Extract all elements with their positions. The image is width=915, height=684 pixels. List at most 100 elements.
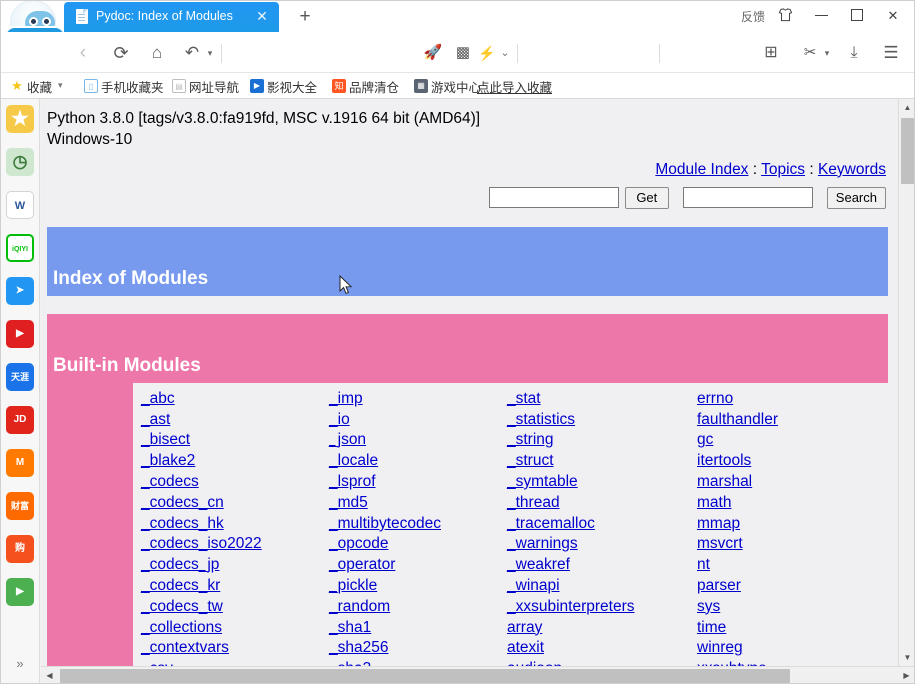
scroll-down-arrow-icon[interactable]: ▼ [899,649,915,666]
bookmark-web-nav[interactable]: ▤ 网址导航 [172,77,239,95]
module-link[interactable]: _struct [507,451,697,472]
sidebar-item-mgtv[interactable]: M [6,449,34,477]
bookmark-favorites[interactable]: ★ 收藏 [10,77,52,95]
module-link[interactable]: gc [697,430,888,451]
module-link[interactable]: _codecs_tw [141,597,329,618]
module-link[interactable]: _xxsubinterpreters [507,597,697,618]
module-link[interactable]: _md5 [329,493,507,514]
module-link[interactable]: _random [329,597,507,618]
vertical-scrollbar[interactable]: ▲ ▼ [898,99,915,666]
bookmark-game-center[interactable]: ▦ 游戏中心 [414,77,481,95]
module-link[interactable]: time [697,618,888,639]
module-index-link[interactable]: Module Index [655,161,748,178]
vertical-scroll-thumb[interactable] [901,118,914,184]
module-link[interactable]: _codecs_jp [141,555,329,576]
sidebar-item-iqiyi[interactable]: iQIYI [6,234,34,262]
apps-grid-icon[interactable]: ⊞ [758,40,784,66]
module-link[interactable]: _codecs [141,472,329,493]
module-link[interactable]: _pickle [329,576,507,597]
module-link[interactable]: itertools [697,451,888,472]
bookmark-mobile-favorites[interactable]: ▯ 手机收藏夹 [84,77,164,95]
menu-icon[interactable]: ☰ [878,40,904,66]
module-link[interactable]: _codecs_hk [141,514,329,535]
chevron-down-icon[interactable]: ▾ [204,40,216,66]
sidebar-item-caifu[interactable]: 财富 [6,492,34,520]
module-link[interactable]: _blake2 [141,451,329,472]
module-link[interactable]: _sha3 [329,659,507,666]
module-link[interactable]: _warnings [507,534,697,555]
module-link[interactable]: parser [697,576,888,597]
module-link[interactable]: _codecs_cn [141,493,329,514]
module-link[interactable]: _codecs_iso2022 [141,534,329,555]
sidebar-item-video-red[interactable]: ▶ [6,320,34,348]
module-link[interactable]: xxsubtype [697,659,888,666]
home-button[interactable]: ⌂ [144,40,170,66]
close-icon[interactable]: ✕ [255,9,269,23]
minimize-button[interactable] [801,0,841,32]
tab-pydoc-index[interactable]: Pydoc: Index of Modules ✕ [64,2,279,32]
module-link[interactable]: audioop [507,659,697,666]
feedback-link[interactable]: 反馈 [741,8,765,25]
sidebar-expand-button[interactable]: » [8,655,32,673]
sidebar-item-shopping[interactable]: 购 [6,535,34,563]
bookmarks-chevron-icon[interactable]: ▾ [58,80,63,91]
screenshot-scissors-icon[interactable]: ✂ [798,40,822,66]
rocket-icon[interactable]: 🚀 [421,40,445,66]
horizontal-scroll-thumb[interactable] [60,669,790,683]
module-link[interactable]: nt [697,555,888,576]
module-link[interactable]: _opcode [329,534,507,555]
search-input[interactable] [682,187,813,209]
module-link[interactable]: _io [329,410,507,431]
scroll-right-arrow-icon[interactable]: ▶ [898,667,915,684]
qr-code-icon[interactable]: ▩ [451,40,475,66]
module-link[interactable]: _statistics [507,410,697,431]
sidebar-item-favorites[interactable]: ★ [6,105,34,133]
module-link[interactable]: sys [697,597,888,618]
module-link[interactable]: _abc [141,389,329,410]
bookmark-movies[interactable]: ▶ 影视大全 [250,77,317,95]
module-link[interactable]: faulthandler [697,410,888,431]
module-link[interactable]: _symtable [507,472,697,493]
undo-button[interactable]: ↶ [180,40,204,66]
horizontal-scrollbar[interactable]: ◀ ▶ [41,666,915,684]
module-link[interactable]: msvcrt [697,534,888,555]
sidebar-item-word-doc[interactable]: W [6,191,34,219]
maximize-button[interactable] [837,0,877,32]
module-link[interactable]: array [507,618,697,639]
sidebar-item-tianya[interactable]: 天涯 [6,363,34,391]
module-link[interactable]: errno [697,389,888,410]
topics-link[interactable]: Topics [761,161,805,178]
skin-icon[interactable] [765,0,805,32]
module-link[interactable]: atexit [507,638,697,659]
new-tab-button[interactable]: + [296,7,314,26]
sidebar-item-video-green[interactable]: ▶ [6,578,34,606]
lightning-icon[interactable]: ⚡ [478,40,496,66]
reload-button[interactable]: ⟳ [108,40,134,66]
module-link[interactable]: _thread [507,493,697,514]
download-icon[interactable]: ⤓ [841,40,867,66]
module-link[interactable]: math [697,493,888,514]
module-link[interactable]: _sha256 [329,638,507,659]
module-link[interactable]: _operator [329,555,507,576]
sidebar-item-history[interactable]: ◷ [6,148,34,176]
module-link[interactable]: _string [507,430,697,451]
module-link[interactable]: _locale [329,451,507,472]
scissors-chevron-icon[interactable]: ▾ [821,40,833,66]
back-button[interactable]: ‹ [70,40,96,66]
sidebar-item-video-blue[interactable]: ➤ [6,277,34,305]
module-link[interactable]: _codecs_kr [141,576,329,597]
module-link[interactable]: marshal [697,472,888,493]
module-link[interactable]: _contextvars [141,638,329,659]
module-link[interactable]: _bisect [141,430,329,451]
get-input[interactable] [488,187,619,209]
module-link[interactable]: _csv [141,659,329,666]
close-window-button[interactable]: ✕ [873,0,913,32]
module-link[interactable]: mmap [697,514,888,535]
module-link[interactable]: _multibytecodec [329,514,507,535]
keywords-link[interactable]: Keywords [818,161,886,178]
get-button[interactable]: Get [624,186,669,209]
module-link[interactable]: _stat [507,389,697,410]
chevron-down-icon-2[interactable]: ⌄ [496,40,514,66]
module-link[interactable]: _weakref [507,555,697,576]
module-link[interactable]: _tracemalloc [507,514,697,535]
